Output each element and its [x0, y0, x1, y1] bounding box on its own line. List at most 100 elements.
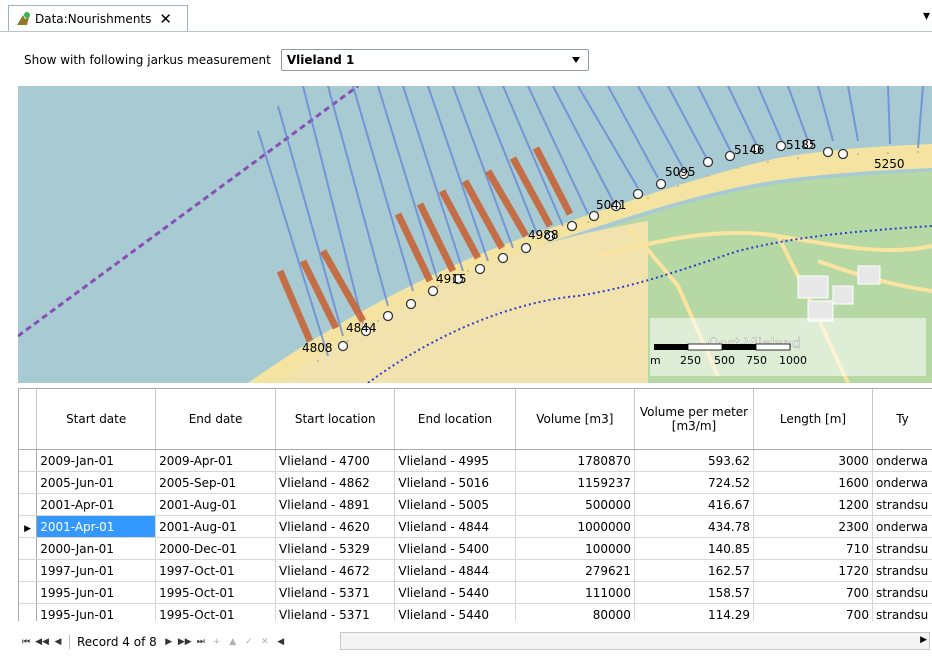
table-cell[interactable]: 2001-Apr-01 [36, 515, 157, 538]
row-indicator[interactable] [19, 449, 38, 472]
current-row-indicator-icon[interactable]: ▶ [19, 515, 38, 538]
table-row[interactable]: 2009-Jan-01 2009-Apr-01 Vlieland - 4700 Vli… [19, 449, 932, 472]
row-indicator[interactable] [19, 471, 38, 494]
table-cell[interactable]: 2000-Jan-01 [36, 537, 157, 560]
column-header-start-location[interactable]: Start location [275, 389, 396, 450]
row-indicator[interactable] [19, 537, 38, 560]
table-cell[interactable]: Vlieland - 4862 [275, 471, 396, 494]
table-cell[interactable]: 2300 [753, 515, 873, 538]
table-cell[interactable]: 2001-Apr-01 [36, 493, 157, 516]
row-indicator[interactable] [19, 559, 38, 582]
table-cell[interactable]: 1995-Jun-01 [36, 581, 157, 604]
column-header-volume[interactable]: Volume [m3] [515, 389, 635, 450]
table-cell[interactable]: onderwa [872, 471, 932, 494]
table-cell[interactable]: 593.62 [634, 449, 755, 472]
table-cell[interactable]: Vlieland - 5016 [394, 471, 516, 494]
table-cell[interactable]: 724.52 [634, 471, 755, 494]
table-cell[interactable]: Vlieland - 5005 [394, 493, 516, 516]
scroll-right-icon[interactable]: ▶ [920, 635, 927, 645]
table-cell[interactable]: 140.85 [634, 537, 755, 560]
table-cell[interactable]: 162.57 [634, 559, 755, 582]
table-cell[interactable]: 2001-Aug-01 [155, 493, 277, 516]
table-cell[interactable]: strandsu [872, 603, 932, 621]
column-header-end-date[interactable]: End date [155, 389, 277, 450]
table-cell[interactable]: 80000 [515, 603, 635, 621]
table-cell[interactable]: 2005-Jun-01 [36, 471, 157, 494]
table-row[interactable]: 2000-Jan-01 2000-Dec-01 Vlieland - 5329 Vli… [19, 537, 932, 560]
table-cell[interactable]: 1720 [753, 559, 873, 582]
row-indicator[interactable] [19, 581, 38, 604]
scroll-left-icon[interactable]: ◀ [273, 633, 289, 651]
cancel-edit-icon[interactable]: ✕ [257, 633, 273, 651]
table-cell[interactable]: 700 [753, 581, 873, 604]
chevron-down-icon[interactable] [571, 57, 580, 63]
edit-record-icon[interactable]: ▲ [225, 633, 241, 651]
last-record-icon[interactable]: ⏭ [193, 633, 209, 651]
table-cell[interactable]: 710 [753, 537, 873, 560]
table-cell[interactable]: 1995-Oct-01 [155, 581, 277, 604]
table-cell[interactable]: Vlieland - 4891 [275, 493, 396, 516]
table-cell[interactable]: Vlieland - 5440 [394, 603, 516, 621]
table-cell[interactable]: 279621 [515, 559, 635, 582]
row-indicator[interactable] [19, 493, 38, 516]
confirm-edit-icon[interactable]: ✓ [241, 633, 257, 651]
table-cell[interactable]: 434.78 [634, 515, 755, 538]
column-header-start-date[interactable]: Start date [36, 389, 157, 450]
table-row[interactable]: 2001-Apr-01 2001-Aug-01 Vlieland - 4891 Vli… [19, 493, 932, 516]
table-cell[interactable]: 416.67 [634, 493, 755, 516]
table-cell[interactable]: strandsu [872, 559, 932, 582]
table-cell[interactable]: 1200 [753, 493, 873, 516]
column-header-end-location[interactable]: End location [394, 389, 516, 450]
next-page-icon[interactable]: ▶▶ [177, 633, 193, 651]
table-cell[interactable]: 100000 [515, 537, 635, 560]
table-cell[interactable]: 1600 [753, 471, 873, 494]
table-cell[interactable]: Vlieland - 5371 [275, 603, 396, 621]
table-row[interactable]: 1995-Jun-01 1995-Oct-01 Vlieland - 5371 Vli… [19, 603, 932, 621]
next-record-icon[interactable]: ▶ [161, 633, 177, 651]
table-cell[interactable]: 500000 [515, 493, 635, 516]
table-cell[interactable]: onderwa [872, 515, 932, 538]
jarkus-measurement-dropdown[interactable]: Vlieland 1 [280, 49, 589, 71]
table-row[interactable]: 2005-Jun-01 2005-Sep-01 Vlieland - 4862 Vli… [19, 471, 932, 494]
table-row[interactable]: 1995-Jun-01 1995-Oct-01 Vlieland - 5371 Vli… [19, 581, 932, 604]
column-header-volume-per-meter[interactable]: Volume per meter [m3/m] [634, 389, 755, 450]
table-cell[interactable]: 1159237 [515, 471, 635, 494]
table-cell[interactable]: 2000-Dec-01 [155, 537, 277, 560]
table-cell[interactable]: 1780870 [515, 449, 635, 472]
previous-record-icon[interactable]: ◀ [50, 633, 66, 651]
table-cell[interactable]: 1995-Oct-01 [155, 603, 277, 621]
table-cell[interactable]: strandsu [872, 493, 932, 516]
table-row[interactable]: ▶ 2001-Apr-01 2001-Aug-01 Vlieland - 4620 Vl… [19, 515, 932, 538]
table-cell[interactable]: Vlieland - 4620 [275, 515, 396, 538]
map-canvas[interactable]: 4808 4844 4915 4988 5041 5095 5146 5185 … [18, 86, 932, 383]
tab-nourishments[interactable]: Data:Nourishments ✕ [8, 5, 188, 31]
table-cell[interactable]: 2009-Jan-01 [36, 449, 157, 472]
table-cell[interactable]: 2009-Apr-01 [155, 449, 277, 472]
table-cell[interactable]: 2005-Sep-01 [155, 471, 277, 494]
table-cell[interactable]: 1997-Oct-01 [155, 559, 277, 582]
table-cell[interactable]: strandsu [872, 537, 932, 560]
table-cell[interactable]: Vlieland - 4672 [275, 559, 396, 582]
table-cell[interactable]: Vlieland - 5440 [394, 581, 516, 604]
table-cell[interactable]: 1995-Jun-01 [36, 603, 157, 621]
table-cell[interactable]: Vlieland - 5329 [275, 537, 396, 560]
table-cell[interactable]: Vlieland - 5371 [275, 581, 396, 604]
table-cell[interactable]: strandsu [872, 581, 932, 604]
table-cell[interactable]: 1000000 [515, 515, 635, 538]
close-icon[interactable]: ✕ [159, 10, 172, 28]
column-header-length[interactable]: Length [m] [753, 389, 873, 450]
table-cell[interactable]: Vlieland - 4995 [394, 449, 516, 472]
row-indicator[interactable] [19, 603, 38, 621]
table-cell[interactable]: 700 [753, 603, 873, 621]
table-cell[interactable]: 1997-Jun-01 [36, 559, 157, 582]
table-cell[interactable]: Vlieland - 4844 [394, 559, 516, 582]
table-cell[interactable]: 2001-Aug-01 [155, 515, 277, 538]
table-cell[interactable]: onderwa [872, 449, 932, 472]
previous-page-icon[interactable]: ◀◀ [34, 633, 50, 651]
map-view[interactable]: 4808 4844 4915 4988 5041 5095 5146 5185 … [18, 86, 932, 383]
column-header-type[interactable]: Ty [872, 389, 932, 450]
add-record-icon[interactable]: + [209, 633, 225, 651]
table-cell[interactable]: Vlieland - 4700 [275, 449, 396, 472]
table-cell[interactable]: Vlieland - 5400 [394, 537, 516, 560]
table-cell[interactable]: Vlieland - 4844 [394, 515, 516, 538]
